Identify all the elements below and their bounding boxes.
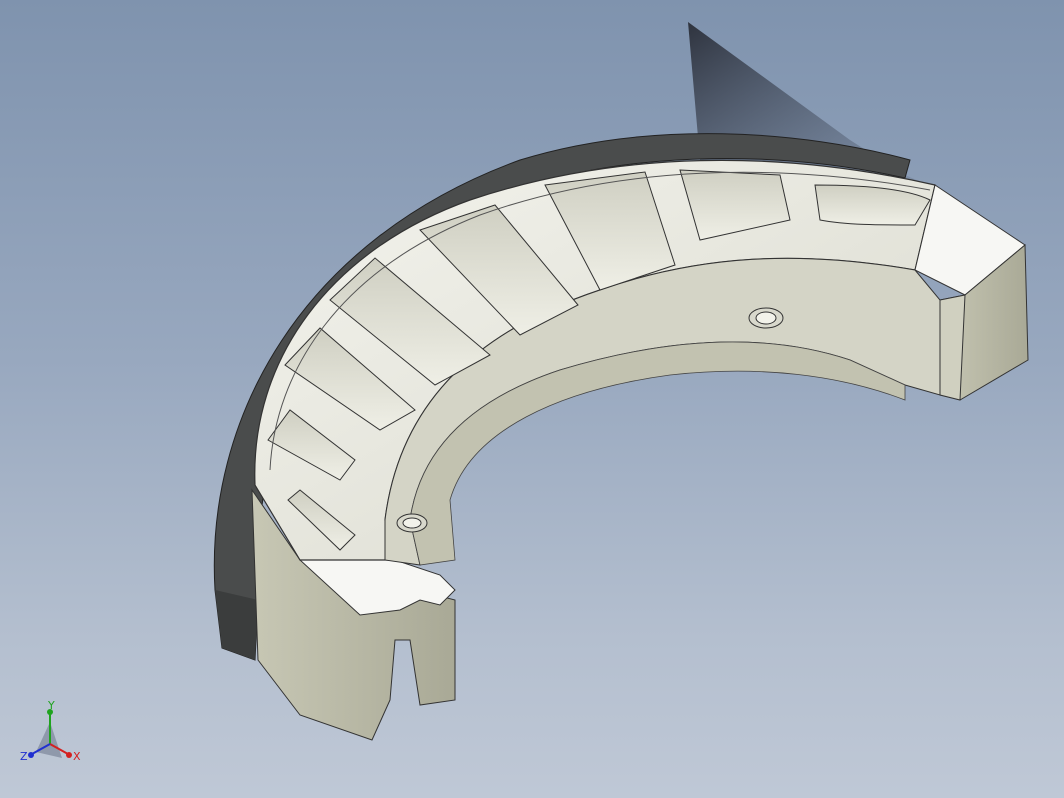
x-axis-label: X	[73, 750, 81, 763]
z-axis-tip	[28, 752, 34, 758]
y-axis-label: Y	[47, 700, 55, 712]
lining-side	[215, 590, 258, 660]
brake-shoe-model[interactable]	[0, 0, 1064, 798]
right-end-front	[939, 294, 966, 401]
graphics-viewport[interactable]: Y X Z	[0, 0, 1064, 798]
axis-triad: Y X Z	[20, 700, 81, 763]
x-axis-tip	[66, 752, 72, 758]
z-axis-label: Z	[20, 750, 28, 763]
